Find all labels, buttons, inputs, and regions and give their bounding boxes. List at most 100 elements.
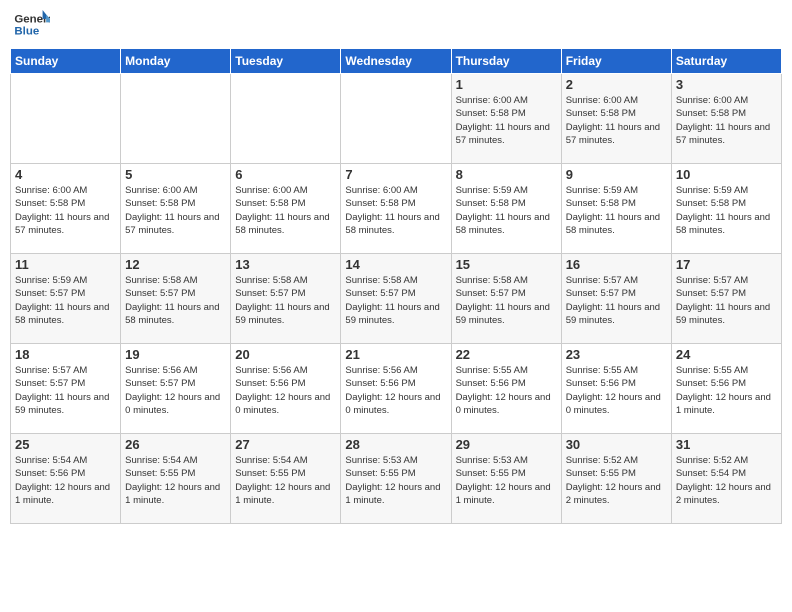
calendar-cell: 25 Sunrise: 5:54 AM Sunset: 5:56 PM Dayli… bbox=[11, 434, 121, 524]
calendar-table: SundayMondayTuesdayWednesdayThursdayFrid… bbox=[10, 48, 782, 524]
logo-icon: General Blue bbox=[14, 10, 50, 40]
weekday-header-saturday: Saturday bbox=[671, 49, 781, 74]
day-number: 2 bbox=[566, 77, 667, 92]
calendar-cell: 19 Sunrise: 5:56 AM Sunset: 5:57 PM Dayli… bbox=[121, 344, 231, 434]
calendar-cell: 27 Sunrise: 5:54 AM Sunset: 5:55 PM Dayli… bbox=[231, 434, 341, 524]
day-info: Sunrise: 5:54 AM Sunset: 5:56 PM Dayligh… bbox=[15, 454, 116, 507]
day-info: Sunrise: 5:55 AM Sunset: 5:56 PM Dayligh… bbox=[456, 364, 557, 417]
calendar-cell: 22 Sunrise: 5:55 AM Sunset: 5:56 PM Dayli… bbox=[451, 344, 561, 434]
day-number: 5 bbox=[125, 167, 226, 182]
day-info: Sunrise: 5:55 AM Sunset: 5:56 PM Dayligh… bbox=[566, 364, 667, 417]
day-number: 10 bbox=[676, 167, 777, 182]
logo: General Blue bbox=[14, 10, 50, 40]
calendar-cell: 17 Sunrise: 5:57 AM Sunset: 5:57 PM Dayli… bbox=[671, 254, 781, 344]
day-info: Sunrise: 5:52 AM Sunset: 5:55 PM Dayligh… bbox=[566, 454, 667, 507]
day-info: Sunrise: 6:00 AM Sunset: 5:58 PM Dayligh… bbox=[345, 184, 446, 237]
calendar-cell: 21 Sunrise: 5:56 AM Sunset: 5:56 PM Dayli… bbox=[341, 344, 451, 434]
day-info: Sunrise: 6:00 AM Sunset: 5:58 PM Dayligh… bbox=[15, 184, 116, 237]
calendar-cell: 16Sunrise: 5:57 AM Sunset: 5:57 PM Dayli… bbox=[561, 254, 671, 344]
calendar-cell bbox=[341, 74, 451, 164]
calendar-cell bbox=[121, 74, 231, 164]
calendar-cell: 8 Sunrise: 5:59 AM Sunset: 5:58 PM Daylig… bbox=[451, 164, 561, 254]
day-number: 20 bbox=[235, 347, 336, 362]
svg-text:Blue: Blue bbox=[14, 26, 39, 38]
calendar-cell: 7 Sunrise: 6:00 AM Sunset: 5:58 PM Daylig… bbox=[341, 164, 451, 254]
calendar-cell: 28Sunrise: 5:53 AM Sunset: 5:55 PM Dayli… bbox=[341, 434, 451, 524]
day-number: 4 bbox=[15, 167, 116, 182]
day-info: Sunrise: 5:52 AM Sunset: 5:54 PM Dayligh… bbox=[676, 454, 777, 507]
day-info: Sunrise: 6:00 AM Sunset: 5:58 PM Dayligh… bbox=[456, 94, 557, 147]
day-number: 23 bbox=[566, 347, 667, 362]
day-number: 18 bbox=[15, 347, 116, 362]
day-number: 25 bbox=[15, 437, 116, 452]
weekday-header-wednesday: Wednesday bbox=[341, 49, 451, 74]
day-number: 3 bbox=[676, 77, 777, 92]
day-number: 22 bbox=[456, 347, 557, 362]
calendar-cell bbox=[11, 74, 121, 164]
day-number: 27 bbox=[235, 437, 336, 452]
calendar-cell: 2 Sunrise: 6:00 AM Sunset: 5:58 PM Daylig… bbox=[561, 74, 671, 164]
day-number: 31 bbox=[676, 437, 777, 452]
calendar-cell: 13 Sunrise: 5:58 AM Sunset: 5:57 PM Dayli… bbox=[231, 254, 341, 344]
calendar-cell: 6 Sunrise: 6:00 AM Sunset: 5:58 PM Daylig… bbox=[231, 164, 341, 254]
calendar-cell: 11Sunrise: 5:59 AM Sunset: 5:57 PM Dayli… bbox=[11, 254, 121, 344]
calendar-cell: 3 Sunrise: 6:00 AM Sunset: 5:58 PM Daylig… bbox=[671, 74, 781, 164]
page-header: General Blue bbox=[10, 10, 782, 40]
day-info: Sunrise: 5:53 AM Sunset: 5:55 PM Dayligh… bbox=[345, 454, 446, 507]
day-info: Sunrise: 6:00 AM Sunset: 5:58 PM Dayligh… bbox=[566, 94, 667, 147]
calendar-week-5: 25 Sunrise: 5:54 AM Sunset: 5:56 PM Dayli… bbox=[11, 434, 782, 524]
day-info: Sunrise: 5:57 AM Sunset: 5:57 PM Dayligh… bbox=[676, 274, 777, 327]
calendar-week-4: 18 Sunrise: 5:57 AM Sunset: 5:57 PM Dayli… bbox=[11, 344, 782, 434]
day-info: Sunrise: 5:58 AM Sunset: 5:57 PM Dayligh… bbox=[235, 274, 336, 327]
weekday-header-sunday: Sunday bbox=[11, 49, 121, 74]
day-number: 13 bbox=[235, 257, 336, 272]
day-info: Sunrise: 5:54 AM Sunset: 5:55 PM Dayligh… bbox=[235, 454, 336, 507]
day-number: 17 bbox=[676, 257, 777, 272]
calendar-cell: 29 Sunrise: 5:53 AM Sunset: 5:55 PM Dayli… bbox=[451, 434, 561, 524]
calendar-cell: 5 Sunrise: 6:00 AM Sunset: 5:58 PM Daylig… bbox=[121, 164, 231, 254]
day-number: 16 bbox=[566, 257, 667, 272]
day-number: 12 bbox=[125, 257, 226, 272]
day-number: 19 bbox=[125, 347, 226, 362]
day-info: Sunrise: 6:00 AM Sunset: 5:58 PM Dayligh… bbox=[235, 184, 336, 237]
day-info: Sunrise: 5:58 AM Sunset: 5:57 PM Dayligh… bbox=[345, 274, 446, 327]
weekday-header-monday: Monday bbox=[121, 49, 231, 74]
day-info: Sunrise: 5:58 AM Sunset: 5:57 PM Dayligh… bbox=[456, 274, 557, 327]
day-info: Sunrise: 6:00 AM Sunset: 5:58 PM Dayligh… bbox=[676, 94, 777, 147]
calendar-cell: 10Sunrise: 5:59 AM Sunset: 5:58 PM Dayli… bbox=[671, 164, 781, 254]
calendar-cell: 26Sunrise: 5:54 AM Sunset: 5:55 PM Dayli… bbox=[121, 434, 231, 524]
day-number: 9 bbox=[566, 167, 667, 182]
day-info: Sunrise: 5:59 AM Sunset: 5:57 PM Dayligh… bbox=[15, 274, 116, 327]
calendar-cell: 30 Sunrise: 5:52 AM Sunset: 5:55 PM Dayli… bbox=[561, 434, 671, 524]
day-info: Sunrise: 6:00 AM Sunset: 5:58 PM Dayligh… bbox=[125, 184, 226, 237]
day-info: Sunrise: 5:53 AM Sunset: 5:55 PM Dayligh… bbox=[456, 454, 557, 507]
day-number: 30 bbox=[566, 437, 667, 452]
day-number: 1 bbox=[456, 77, 557, 92]
day-info: Sunrise: 5:56 AM Sunset: 5:57 PM Dayligh… bbox=[125, 364, 226, 417]
day-info: Sunrise: 5:59 AM Sunset: 5:58 PM Dayligh… bbox=[456, 184, 557, 237]
calendar-cell: 20 Sunrise: 5:56 AM Sunset: 5:56 PM Dayli… bbox=[231, 344, 341, 434]
calendar-cell: 23 Sunrise: 5:55 AM Sunset: 5:56 PM Dayli… bbox=[561, 344, 671, 434]
day-number: 26 bbox=[125, 437, 226, 452]
day-info: Sunrise: 5:57 AM Sunset: 5:57 PM Dayligh… bbox=[15, 364, 116, 417]
calendar-cell: 1 Sunrise: 6:00 AM Sunset: 5:58 PM Daylig… bbox=[451, 74, 561, 164]
day-info: Sunrise: 5:56 AM Sunset: 5:56 PM Dayligh… bbox=[345, 364, 446, 417]
calendar-cell: 14 Sunrise: 5:58 AM Sunset: 5:57 PM Dayli… bbox=[341, 254, 451, 344]
weekday-header-friday: Friday bbox=[561, 49, 671, 74]
calendar-week-1: 1 Sunrise: 6:00 AM Sunset: 5:58 PM Daylig… bbox=[11, 74, 782, 164]
day-number: 15 bbox=[456, 257, 557, 272]
day-number: 7 bbox=[345, 167, 446, 182]
day-number: 6 bbox=[235, 167, 336, 182]
day-info: Sunrise: 5:58 AM Sunset: 5:57 PM Dayligh… bbox=[125, 274, 226, 327]
day-number: 29 bbox=[456, 437, 557, 452]
calendar-header-row: SundayMondayTuesdayWednesdayThursdayFrid… bbox=[11, 49, 782, 74]
day-number: 21 bbox=[345, 347, 446, 362]
day-number: 14 bbox=[345, 257, 446, 272]
day-number: 24 bbox=[676, 347, 777, 362]
calendar-cell bbox=[231, 74, 341, 164]
day-info: Sunrise: 5:59 AM Sunset: 5:58 PM Dayligh… bbox=[566, 184, 667, 237]
day-number: 8 bbox=[456, 167, 557, 182]
calendar-week-2: 4 Sunrise: 6:00 AM Sunset: 5:58 PM Daylig… bbox=[11, 164, 782, 254]
calendar-week-3: 11Sunrise: 5:59 AM Sunset: 5:57 PM Dayli… bbox=[11, 254, 782, 344]
day-info: Sunrise: 5:56 AM Sunset: 5:56 PM Dayligh… bbox=[235, 364, 336, 417]
